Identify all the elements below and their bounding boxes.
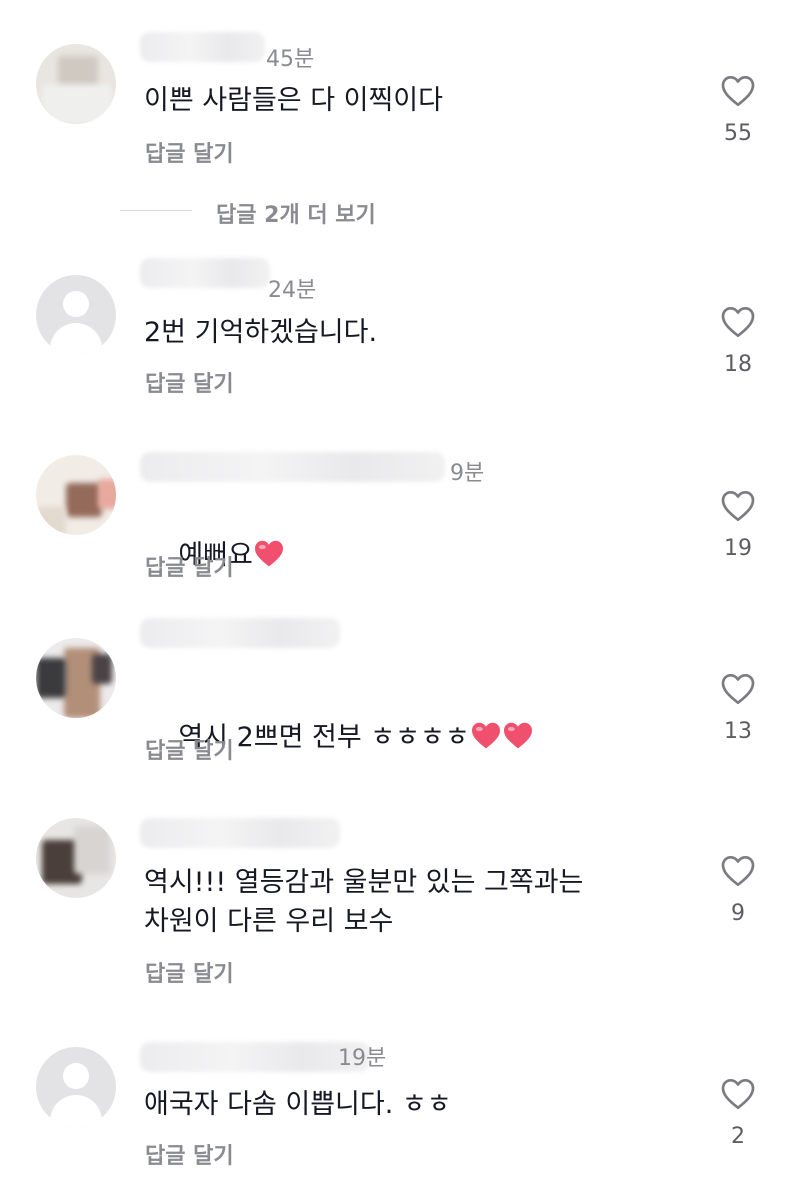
red-heart-emoji-icon — [254, 540, 283, 567]
view-more-replies-label: 답글 2개 더 보기 — [216, 203, 376, 228]
comment-text: 애국자 다솜 이쁩니다. ㅎㅎ — [144, 1089, 452, 1120]
reply-button[interactable]: 답글 달기 — [145, 550, 234, 582]
username-redacted[interactable] — [140, 1042, 370, 1072]
comment-time: 9분 — [450, 461, 485, 486]
like-count: 18 — [724, 352, 752, 377]
like-button[interactable]: 13 — [714, 672, 762, 744]
avatar[interactable] — [36, 818, 116, 898]
username-redacted[interactable] — [140, 32, 265, 62]
comment-time: 19분 — [338, 1046, 387, 1071]
like-count: 13 — [724, 719, 752, 744]
like-button[interactable]: 2 — [714, 1077, 762, 1149]
comment-text-line-1: 역시!!! 열등감과 울분만 있는 그쪽과는 — [144, 867, 584, 898]
heart-outline-icon — [721, 673, 755, 705]
like-count: 19 — [724, 536, 752, 561]
reply-button[interactable]: 답글 달기 — [145, 733, 234, 765]
reply-button[interactable]: 답글 달기 — [145, 366, 234, 398]
like-button[interactable]: 18 — [714, 305, 762, 377]
like-count: 2 — [731, 1124, 745, 1149]
comment-time: 24분 — [268, 278, 317, 303]
avatar[interactable] — [36, 44, 116, 124]
username-redacted[interactable] — [140, 258, 270, 288]
like-count: 9 — [731, 901, 745, 926]
heart-outline-icon — [721, 306, 755, 338]
like-button[interactable]: 9 — [714, 854, 762, 926]
reply-button[interactable]: 답글 달기 — [145, 956, 234, 988]
default-avatar-icon[interactable] — [36, 275, 116, 355]
heart-outline-icon — [721, 1078, 755, 1110]
comment-text-line-2: 차원이 다른 우리 보수 — [144, 906, 394, 937]
default-avatar-icon[interactable] — [36, 1047, 116, 1127]
heart-outline-icon — [721, 855, 755, 887]
heart-outline-icon — [721, 490, 755, 522]
red-heart-emoji-icon — [471, 722, 500, 749]
avatar[interactable] — [36, 638, 116, 718]
heart-outline-icon — [721, 75, 755, 107]
like-count: 55 — [724, 121, 752, 146]
comment-time: 45분 — [266, 47, 315, 72]
avatar[interactable] — [36, 455, 116, 535]
divider — [120, 210, 192, 211]
username-redacted[interactable] — [140, 452, 445, 482]
red-heart-emoji-icon — [503, 722, 532, 749]
reply-button[interactable]: 답글 달기 — [145, 1138, 234, 1170]
like-button[interactable]: 19 — [714, 489, 762, 561]
username-redacted[interactable] — [140, 818, 340, 848]
username-redacted[interactable] — [140, 618, 340, 648]
comment-text: 이쁜 사람들은 다 이찍이다 — [144, 85, 443, 116]
comment-text: 2번 기억하겠습니다. — [144, 317, 378, 348]
reply-button[interactable]: 답글 달기 — [145, 136, 234, 168]
like-button[interactable]: 55 — [714, 74, 762, 146]
